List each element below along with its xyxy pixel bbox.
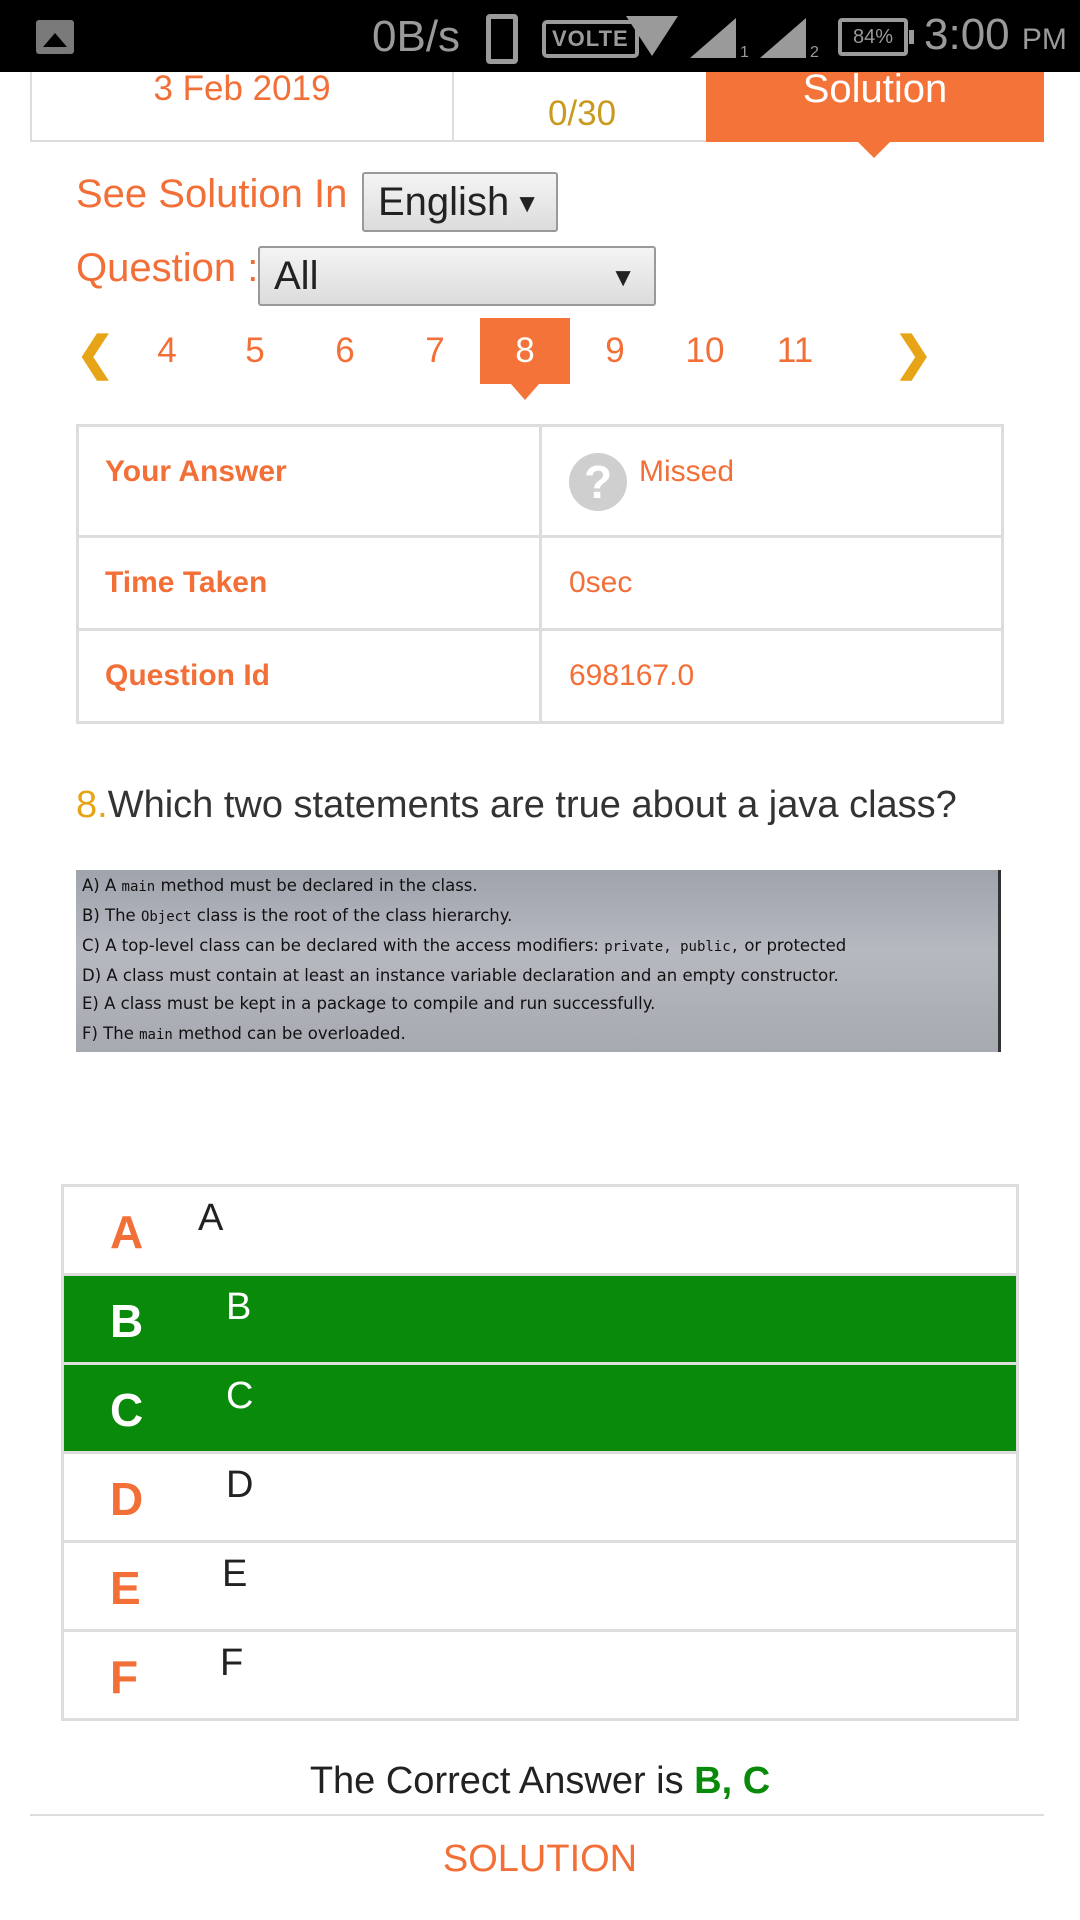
option-text: E [222,1553,248,1595]
gallery-icon [36,20,74,54]
option-letter: B [110,1295,144,1347]
status-bar: 0B/s VOLTE 1 2 84% 3:00 PM [0,0,1080,72]
question-id-value: 698167.0 [569,659,695,692]
your-answer-value: Missed [639,455,735,488]
time-taken-value: 0sec [569,566,633,599]
column-divider [539,538,542,628]
clock: 3:00 PM [924,10,1067,60]
statement-b: B) The Object class is the root of the c… [82,906,513,925]
chevron-left-icon[interactable]: ❮ [76,326,115,380]
net-speed: 0B/s [372,12,461,61]
statement-a: A) A main method must be declared in the… [82,876,478,895]
clock-ampm: PM [1021,23,1067,56]
see-solution-label: See Solution In : [76,172,370,216]
table-row: Question Id 698167.0 [79,631,1001,721]
test-date: 3 Feb 2019 [30,69,454,142]
statement-d: D) A class must contain at least an inst… [82,966,839,985]
question-filter-label: Question : [76,246,259,290]
question-id-label: Question Id [105,659,270,692]
page-8-active[interactable]: 8 [480,318,570,400]
option-d[interactable]: D D [64,1454,1016,1543]
page-6[interactable]: 6 [300,318,390,384]
option-letter: A [110,1206,144,1258]
volte-badge: VOLTE [542,20,639,58]
statement-f: F) The main method can be overloaded. [82,1024,406,1043]
phone-icon [486,14,518,64]
question-mark-icon: ? [569,453,627,511]
clock-time: 3:00 [924,10,1010,59]
page-7[interactable]: 7 [390,318,480,384]
solution-button[interactable]: SOLUTION [0,1838,1080,1881]
chevron-right-icon[interactable]: ❯ [894,326,933,380]
option-text: F [220,1642,244,1684]
table-row: Time Taken 0sec [79,538,1001,631]
table-row: Your Answer ? Missed [79,427,1001,538]
answer-info-table: Your Answer ? Missed Time Taken 0sec Que… [76,424,1004,724]
page-11[interactable]: 11 [750,318,840,384]
statement-c: C) A top-level class can be declared wit… [82,936,847,955]
question-image: A) A main method must be declared in the… [76,870,1001,1052]
option-letter: C [110,1384,144,1436]
question-text: 8.Which two statements are true about a … [76,784,957,827]
language-select[interactable]: English ▼ [362,172,558,232]
option-letter: D [110,1473,144,1525]
dropdown-arrow-icon: ▼ [610,262,636,292]
page-9[interactable]: 9 [570,318,660,384]
question-filter-value: All [274,254,319,298]
option-e[interactable]: E E [64,1543,1016,1632]
score: 0/30 [452,72,712,142]
question-filter-select[interactable]: All ▼ [258,246,656,306]
option-text: C [226,1375,254,1417]
signal-icon-sim1 [690,18,736,58]
correct-answer-prefix: The Correct Answer is [309,1760,695,1802]
page-10[interactable]: 10 [660,318,750,384]
question-body: Which two statements are true about a ja… [107,784,957,826]
option-a[interactable]: A A [64,1187,1016,1276]
wifi-icon [626,16,678,56]
option-text: B [226,1286,252,1328]
your-answer-label: Your Answer [105,455,287,488]
option-text: A [198,1197,224,1239]
column-divider [539,631,542,721]
battery-icon: 84% [838,18,914,56]
test-date-text: 3 Feb 2019 [153,69,331,108]
score-text: 0/30 [547,94,617,133]
signal-icon-sim2 [760,18,806,58]
page-5[interactable]: 5 [210,318,300,384]
page-4[interactable]: 4 [122,318,212,384]
summary-row: 3 Feb 2019 0/30 Solution [30,69,1044,158]
time-taken-label: Time Taken [105,566,268,599]
sim2-label: 2 [810,44,819,61]
option-text: D [226,1464,254,1506]
correct-answer-value: B, C [694,1760,771,1802]
option-letter: E [110,1562,141,1614]
option-b-correct[interactable]: B B [64,1276,1016,1365]
dropdown-arrow-icon: ▼ [514,188,540,218]
option-c-correct[interactable]: C C [64,1365,1016,1454]
options-list: A A B B C C D D E E F F [61,1184,1019,1721]
sim1-label: 1 [740,44,749,61]
correct-answer-text: The Correct Answer is B, C [0,1760,1080,1803]
option-f[interactable]: F F [64,1632,1016,1718]
option-letter: F [110,1651,139,1703]
language-select-value: English [378,180,510,224]
question-number: 8. [76,784,108,826]
tab-solution[interactable]: Solution [706,69,1044,158]
column-divider [539,427,542,535]
divider [30,1814,1044,1816]
question-pager: ❮ 4 5 6 7 8 9 10 11 ❯ [76,318,966,400]
statement-e: E) A class must be kept in a package to … [82,994,656,1013]
